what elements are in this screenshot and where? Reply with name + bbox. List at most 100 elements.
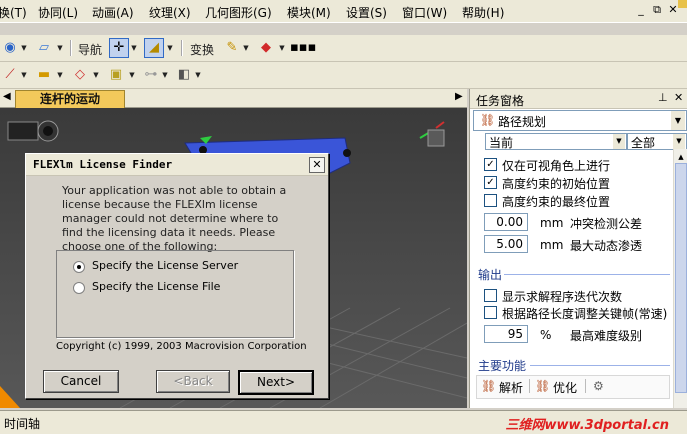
menu-settings[interactable]: 设置(S) <box>346 4 387 21</box>
chevron-down-icon[interactable]: ▼ <box>20 65 28 85</box>
chevron-down-icon[interactable]: ▼ <box>166 38 174 58</box>
radio-license-server[interactable] <box>73 261 85 273</box>
solve-button[interactable]: 解析 <box>499 379 523 396</box>
unit-label: mm <box>540 238 564 252</box>
back-button[interactable]: <Back <box>156 370 230 393</box>
filter-left-select[interactable]: 当前 ▼ <box>485 133 627 150</box>
tab-document[interactable]: 连杆的运动 <box>15 90 125 108</box>
section-divider <box>504 274 670 275</box>
task-select[interactable]: ⛓ 路径规划 ▼ <box>473 110 687 131</box>
folder-icon[interactable]: ▣ <box>106 65 126 85</box>
pin-icon[interactable]: ⊥ <box>658 91 668 104</box>
unit-label: mm <box>540 216 564 230</box>
select-tool-icon[interactable]: ◢ <box>144 38 164 58</box>
pen-icon[interactable]: ⟋ <box>0 65 20 85</box>
difficulty-input[interactable]: 95 <box>484 325 528 343</box>
option-server-label[interactable]: Specify the License Server <box>92 259 238 272</box>
chevron-down-icon[interactable]: ▼ <box>613 134 625 149</box>
toolbar-separator <box>181 40 183 56</box>
option-label: 高度约束的初始位置 <box>502 177 611 191</box>
toolbar-separator <box>529 379 530 393</box>
menu-animation[interactable]: 动画(A) <box>92 4 134 21</box>
filter-right-select[interactable]: 全部 ▼ <box>627 133 687 150</box>
task-select-value: 路径规划 <box>498 115 547 129</box>
menu-modules[interactable]: 模块(M) <box>287 4 331 21</box>
chevron-down-icon[interactable]: ▼ <box>56 38 64 58</box>
option-file-label[interactable]: Specify the License File <box>92 280 220 293</box>
task-pane-scrollbar[interactable]: ▲ <box>673 149 687 408</box>
cancel-button[interactable]: Cancel <box>43 370 119 393</box>
chevron-down-icon[interactable]: ▼ <box>130 38 138 58</box>
menu-transform[interactable]: 换(T) <box>0 4 27 21</box>
move-icon[interactable]: ✛ <box>109 38 129 58</box>
chevron-down-icon[interactable]: ▼ <box>673 134 685 149</box>
chevron-down-icon[interactable]: ▼ <box>242 38 250 58</box>
menu-geometry[interactable]: 几何图形(G) <box>205 4 272 21</box>
chevron-down-icon[interactable]: ▼ <box>20 38 28 58</box>
next-button[interactable]: Next> <box>238 370 314 395</box>
checkbox-unchecked[interactable] <box>484 306 497 319</box>
toolbar-tools: ⟋ ▼ ▬ ▼ ◇ ▼ ▣ ▼ ⊶ ▼ ◧ ▼ <box>0 62 687 89</box>
link-icon[interactable]: ⊶ <box>141 65 161 85</box>
eraser-icon[interactable]: ▱ <box>34 38 54 58</box>
copyright-text: Copyright (c) 1999, 2003 Macrovision Cor… <box>56 341 307 352</box>
diamond-icon[interactable]: ◇ <box>70 65 90 85</box>
solve-icon[interactable]: ⛓ <box>481 379 496 393</box>
radio-license-file[interactable] <box>73 282 85 294</box>
watermark: 三维网www.3dportal.cn <box>505 418 669 433</box>
toolbar-separator <box>70 40 72 56</box>
restore-icon[interactable]: ⧉ <box>651 4 663 16</box>
nav-label: 导航 <box>78 43 103 57</box>
dialog-title-bar[interactable]: FLEXlm License Finder ✕ <box>26 154 328 176</box>
chevron-down-icon[interactable]: ▼ <box>278 38 286 58</box>
timeline-label: 时间轴 <box>4 417 41 431</box>
scrollbar-thumb[interactable] <box>675 163 687 393</box>
filter-left-value: 当前 <box>489 136 514 150</box>
chevron-down-icon[interactable]: ▼ <box>56 65 64 85</box>
menu-collaborate[interactable]: 协同(L) <box>38 4 78 21</box>
document-tab-bar: ◀ 连杆的运动 ▶ <box>0 89 467 108</box>
dialog-title: FLEXlm License Finder <box>33 158 173 171</box>
highlighter-icon[interactable]: ▬ <box>34 65 54 85</box>
checkbox-checked[interactable]: ✓ <box>484 158 497 171</box>
eye-icon[interactable]: ◉ <box>0 38 20 58</box>
license-finder-dialog: FLEXlm License Finder ✕ Your application… <box>25 153 329 399</box>
tab-scroll-left-icon[interactable]: ◀ <box>3 91 11 102</box>
paint-icon[interactable]: ✎ <box>222 38 242 58</box>
max-penetration-input[interactable]: 5.00 <box>484 235 528 253</box>
checkbox-unchecked[interactable] <box>484 194 497 207</box>
scroll-up-icon[interactable]: ▲ <box>675 151 687 163</box>
minimize-icon[interactable]: _ <box>635 4 647 16</box>
chevron-down-icon[interactable]: ▼ <box>92 65 100 85</box>
menu-help[interactable]: 帮助(H) <box>462 4 504 21</box>
option-label: 显示求解程序迭代次数 <box>502 290 623 304</box>
output-section-title: 输出 <box>478 268 503 282</box>
optimize-button[interactable]: 优化 <box>553 379 577 396</box>
checkbox-unchecked[interactable] <box>484 289 497 302</box>
task-pane-header: 任务窗格 ⊥ ✕ <box>470 89 687 109</box>
settings-icon[interactable]: ⚙ <box>593 379 604 393</box>
collision-tolerance-input[interactable]: 0.00 <box>484 213 528 231</box>
optimize-icon[interactable]: ⛓ <box>535 379 550 393</box>
chevron-down-icon[interactable]: ▼ <box>671 111 685 130</box>
license-options-group: Specify the License Server Specify the L… <box>56 250 294 338</box>
main-functions-bar: ⛓ 解析 ⛓ 优化 ⚙ <box>476 375 670 399</box>
camera-icon[interactable]: ◧ <box>174 65 194 85</box>
filter-right-value: 全部 <box>631 136 656 150</box>
shapes-icon[interactable]: ◆ <box>256 38 276 58</box>
close-icon[interactable]: ✕ <box>309 157 325 173</box>
close-icon[interactable]: ✕ <box>674 91 683 104</box>
unit-label: % <box>540 328 552 342</box>
max-penetration-label: 最大动态渗透 <box>570 239 643 253</box>
checkbox-checked[interactable]: ✓ <box>484 176 497 189</box>
more-options-icon[interactable]: ▪▪▪ <box>290 38 316 58</box>
chevron-down-icon[interactable]: ▼ <box>194 65 202 85</box>
menu-texture[interactable]: 纹理(X) <box>149 4 191 21</box>
main-functions-title: 主要功能 <box>478 359 527 373</box>
tab-scroll-right-icon[interactable]: ▶ <box>455 91 463 102</box>
chevron-down-icon[interactable]: ▼ <box>161 65 169 85</box>
chevron-down-icon[interactable]: ▼ <box>128 65 136 85</box>
menu-window[interactable]: 窗口(W) <box>402 4 447 21</box>
corner-tab <box>678 0 687 8</box>
transform-label: 变换 <box>190 43 215 57</box>
